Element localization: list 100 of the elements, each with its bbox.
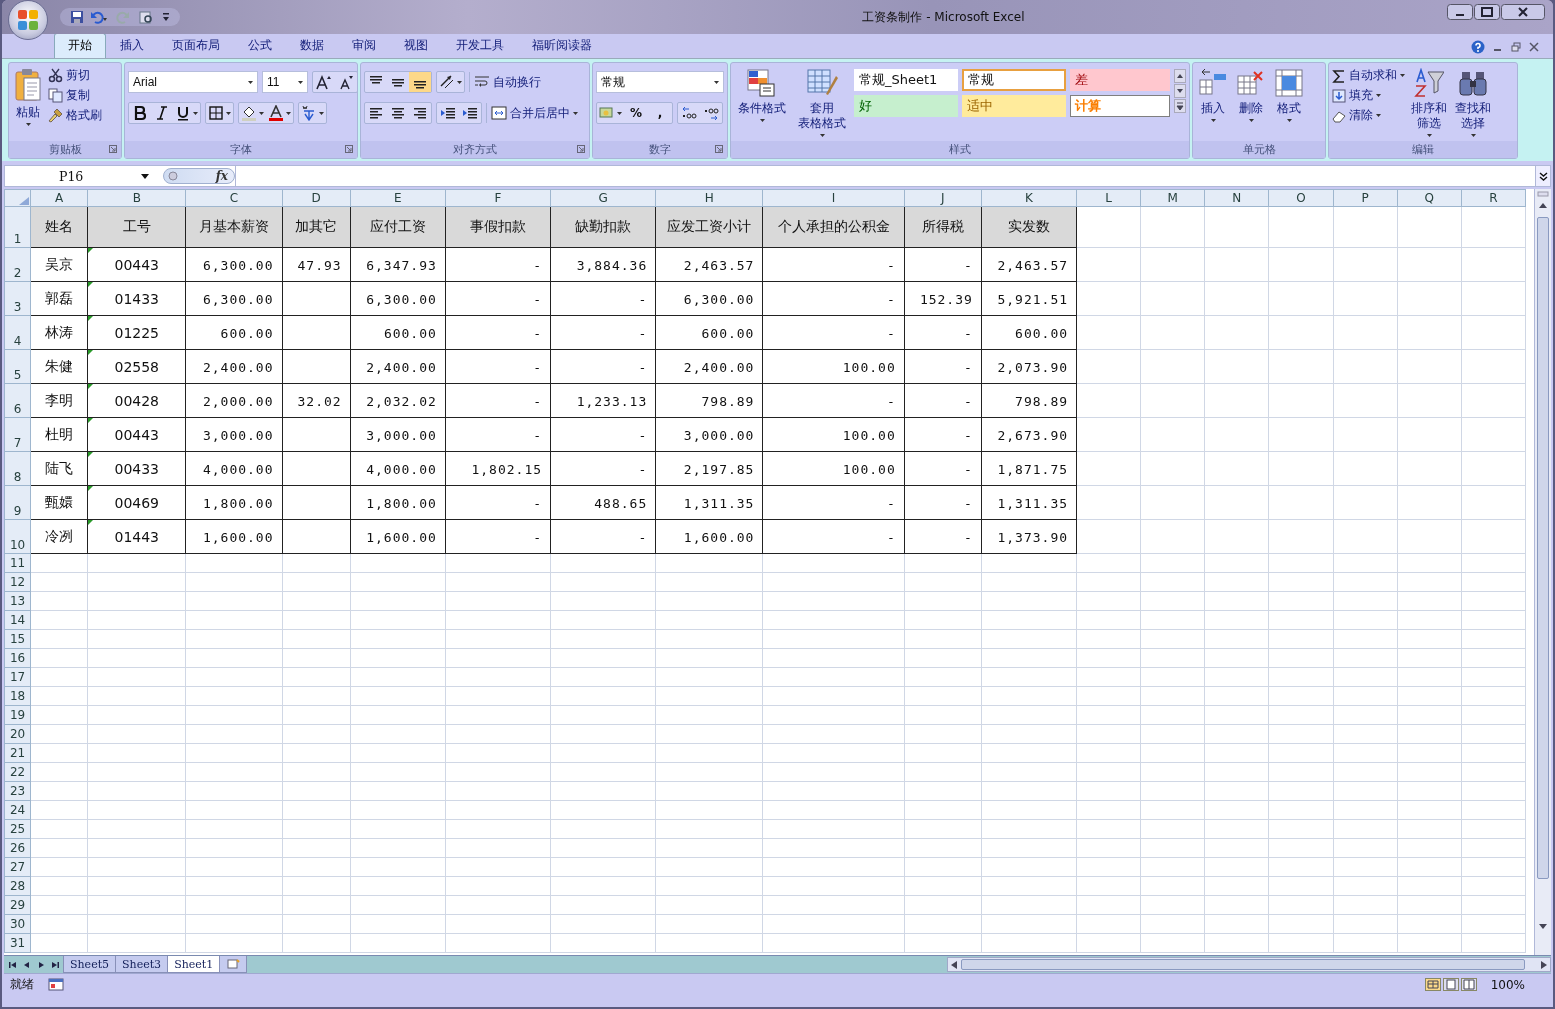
comma-button[interactable]: , (648, 103, 672, 123)
orientation-button[interactable] (436, 71, 465, 93)
ribbon-command[interactable]: 格式刷 (48, 108, 102, 123)
ribbon-command[interactable]: 格式 (1272, 67, 1306, 123)
ribbon-tab[interactable]: 开发工具 (442, 33, 518, 58)
column-header[interactable]: C (185, 189, 283, 207)
row-header[interactable]: 10 (4, 519, 31, 554)
row-header[interactable]: 6 (4, 383, 31, 418)
merge-center-button[interactable]: 合并后居中 (491, 105, 578, 121)
column-header[interactable]: E (350, 189, 446, 207)
number-format-field[interactable]: 常规 (596, 71, 724, 93)
close-icon[interactable] (1529, 42, 1539, 52)
office-button[interactable] (8, 0, 48, 40)
ribbon-tab[interactable]: 福昕阅读器 (518, 33, 606, 58)
ribbon-command[interactable]: 剪切 (48, 68, 102, 83)
scroll-down-icon[interactable] (1538, 923, 1548, 931)
ribbon-command[interactable]: 清除 (1332, 108, 1405, 123)
normal-view-icon[interactable] (1424, 978, 1441, 991)
next-sheet-icon[interactable] (36, 960, 46, 969)
page-break-view-icon[interactable] (1460, 978, 1477, 991)
undo-icon[interactable] (90, 10, 108, 24)
insert-sheet-button[interactable] (219, 956, 248, 973)
horizontal-scrollbar[interactable] (947, 957, 1551, 972)
ribbon-tab[interactable]: 插入 (106, 33, 158, 58)
column-header[interactable]: R (1461, 189, 1526, 207)
column-header[interactable]: A (30, 189, 88, 207)
ribbon-tab[interactable]: 开始 (54, 33, 106, 58)
column-header[interactable]: K (981, 189, 1077, 207)
ribbon-command[interactable]: 排序和 筛选 (1409, 67, 1449, 138)
row-header[interactable]: 8 (4, 451, 31, 486)
sheet-tab[interactable]: Sheet1 (167, 956, 221, 973)
scroll-up-icon[interactable] (1538, 201, 1548, 209)
zoom-level[interactable]: 100% (1490, 977, 1525, 992)
expand-formula-bar-button[interactable] (1535, 166, 1550, 186)
font-size-field[interactable]: 11 (262, 71, 308, 93)
column-header[interactable]: J (904, 189, 982, 207)
dialog-launcher-icon[interactable] (109, 145, 117, 153)
scroll-down-icon[interactable] (1174, 84, 1186, 98)
phonetic-button[interactable] (298, 102, 327, 124)
font-name-field[interactable]: Arial (128, 71, 258, 93)
cell-style-item[interactable]: 好 (854, 95, 958, 117)
ribbon-command[interactable]: 删除 (1234, 67, 1268, 123)
row-header[interactable]: 9 (4, 485, 31, 520)
ribbon-command[interactable]: 填充 (1332, 88, 1405, 103)
gallery-more-icon[interactable] (1174, 99, 1186, 113)
row-header[interactable]: 1 (4, 206, 31, 248)
save-icon[interactable] (70, 10, 84, 24)
ribbon-command[interactable]: 条件格式 (734, 67, 790, 123)
scroll-right-icon[interactable] (1540, 959, 1548, 970)
row-header[interactable]: 4 (4, 315, 31, 350)
column-header[interactable]: P (1333, 189, 1398, 207)
split-handle-icon[interactable] (1537, 191, 1549, 197)
ribbon-tab[interactable]: 数据 (286, 33, 338, 58)
minimize-icon[interactable] (1447, 4, 1473, 20)
scroll-thumb[interactable] (961, 959, 1525, 970)
row-header[interactable]: 7 (4, 417, 31, 452)
dialog-launcher-icon[interactable] (715, 145, 723, 153)
ribbon-tab[interactable]: 视图 (390, 33, 442, 58)
column-header[interactable]: L (1076, 189, 1141, 207)
cell-style-item[interactable]: 适中 (962, 95, 1066, 117)
ribbon-tab[interactable]: 公式 (234, 33, 286, 58)
font-color-button[interactable] (266, 103, 293, 123)
paste-button[interactable]: 粘贴 (12, 67, 44, 127)
column-header[interactable]: F (445, 189, 551, 207)
dialog-launcher-icon[interactable] (577, 145, 585, 153)
sheet-tab[interactable]: Sheet3 (115, 956, 169, 973)
name-box[interactable]: P16 (5, 166, 155, 186)
column-header[interactable]: O (1268, 189, 1334, 207)
percent-button[interactable]: % (624, 103, 648, 123)
ribbon-tab[interactable]: 页面布局 (158, 33, 234, 58)
row-header[interactable]: 5 (4, 349, 31, 384)
restore-icon[interactable] (1511, 42, 1521, 52)
close-icon[interactable] (1501, 4, 1545, 20)
column-header[interactable]: H (655, 189, 763, 207)
ribbon-command[interactable]: 套用 表格格式 (794, 67, 850, 138)
scroll-left-icon[interactable] (950, 959, 958, 970)
first-sheet-icon[interactable] (8, 960, 18, 969)
customize-caret-icon[interactable] (162, 12, 170, 22)
column-header[interactable]: G (550, 189, 656, 207)
scroll-up-icon[interactable] (1174, 69, 1186, 83)
help-icon[interactable] (1471, 40, 1485, 54)
dialog-launcher-icon[interactable] (345, 145, 353, 153)
ribbon-tab[interactable]: 审阅 (338, 33, 390, 58)
row-header[interactable]: 3 (4, 281, 31, 316)
scroll-thumb[interactable] (1537, 217, 1549, 879)
column-header[interactable]: I (762, 189, 905, 207)
row-header[interactable]: 2 (4, 247, 31, 282)
column-header[interactable]: M (1140, 189, 1205, 207)
wrap-text-button[interactable]: 自动换行 (474, 74, 541, 90)
column-header[interactable]: N (1204, 189, 1269, 207)
function-icon[interactable] (168, 171, 178, 181)
last-sheet-icon[interactable] (50, 960, 60, 969)
cell-style-item[interactable]: 差 (1070, 69, 1170, 91)
ribbon-command[interactable]: 查找和 选择 (1453, 67, 1493, 138)
sheet-tab[interactable]: Sheet5 (63, 956, 117, 973)
column-header[interactable]: Q (1397, 189, 1462, 207)
maximize-icon[interactable] (1474, 4, 1500, 20)
borders-button[interactable] (205, 102, 234, 124)
bottom-align-button[interactable] (409, 72, 431, 92)
macro-record-icon[interactable] (48, 978, 64, 991)
